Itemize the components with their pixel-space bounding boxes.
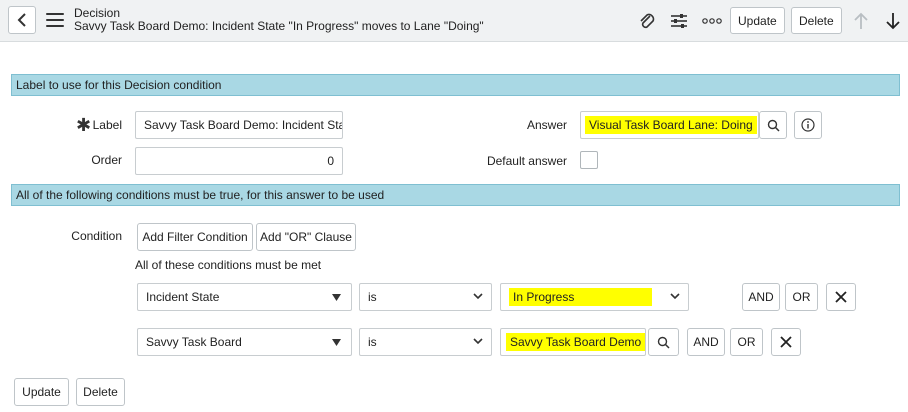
chevron-down-icon: [670, 293, 680, 300]
condition-operator-value: is: [368, 290, 377, 304]
footer-update-button[interactable]: Update: [14, 378, 69, 406]
or-button[interactable]: OR: [785, 283, 818, 311]
remove-condition-button[interactable]: [826, 283, 856, 311]
record-title-block: Decision Savvy Task Board Demo: Incident…: [74, 7, 484, 33]
required-icon: ✱: [76, 115, 92, 135]
back-button[interactable]: [8, 6, 36, 34]
chevron-down-icon: [473, 293, 483, 300]
arrow-up-icon[interactable]: [850, 10, 872, 32]
answer-value: Visual Task Board Lane: Doing: [585, 116, 757, 134]
condition-operator-value: is: [368, 335, 377, 349]
search-icon: [657, 336, 670, 349]
condition-value: In Progress: [509, 288, 653, 306]
condition-field-label: Condition: [71, 229, 122, 243]
answer-input[interactable]: Visual Task Board Lane: Doing: [580, 111, 759, 139]
order-input[interactable]: 0: [135, 147, 343, 175]
close-icon: [780, 336, 792, 348]
dropdown-arrow-icon: [332, 294, 341, 301]
condition-lookup-button[interactable]: [648, 328, 679, 356]
default-answer-checkbox[interactable]: [580, 151, 598, 169]
footer-delete-button[interactable]: Delete: [76, 378, 125, 406]
condition-value-select[interactable]: In Progress: [500, 283, 689, 311]
form-header: Decision Savvy Task Board Demo: Incident…: [0, 0, 908, 42]
label-section-bar: Label to use for this Decision condition: [11, 74, 900, 96]
remove-condition-button[interactable]: [771, 328, 801, 356]
condition-operator-select[interactable]: is: [359, 283, 492, 311]
chevron-down-icon: [473, 338, 483, 345]
condition-field-value: Incident State: [146, 290, 220, 304]
condition-operator-select[interactable]: is: [359, 328, 492, 356]
record-title: Savvy Task Board Demo: Incident State "I…: [74, 19, 484, 33]
and-button[interactable]: AND: [687, 328, 725, 356]
default-answer-label: Default answer: [486, 154, 567, 168]
order-field-label: Order: [91, 153, 122, 167]
header-delete-button[interactable]: Delete: [791, 7, 842, 34]
conditions-met-text: All of these conditions must be met: [135, 258, 322, 272]
close-icon: [835, 291, 847, 303]
paperclip-icon[interactable]: [636, 10, 658, 32]
or-button[interactable]: OR: [730, 328, 763, 356]
condition-value-input[interactable]: Savvy Task Board Demo: [500, 328, 646, 356]
answer-field-label: Answer: [526, 118, 567, 132]
condition-field-select[interactable]: Savvy Task Board: [137, 328, 352, 356]
condition-field-value: Savvy Task Board: [146, 335, 242, 349]
answer-info-button[interactable]: [794, 111, 822, 139]
add-filter-condition-button[interactable]: Add Filter Condition: [137, 223, 253, 251]
conditions-section-bar: All of the following conditions must be …: [11, 184, 900, 206]
info-icon: [801, 118, 815, 132]
more-options-icon[interactable]: [701, 10, 723, 32]
add-or-clause-button[interactable]: Add "OR" Clause: [256, 223, 356, 251]
label-input[interactable]: Savvy Task Board Demo: Incident State: [135, 111, 343, 139]
arrow-down-icon[interactable]: [882, 10, 904, 32]
answer-lookup-button[interactable]: [759, 111, 787, 139]
search-icon: [767, 119, 780, 132]
chevron-left-icon: [17, 13, 26, 27]
and-button[interactable]: AND: [742, 283, 780, 311]
condition-value: Savvy Task Board Demo: [506, 333, 645, 351]
header-update-button[interactable]: Update: [730, 7, 785, 34]
dropdown-arrow-icon: [332, 339, 341, 346]
menu-icon[interactable]: [46, 13, 64, 27]
condition-field-select[interactable]: Incident State: [137, 283, 352, 311]
label-field-label: Label: [92, 118, 122, 132]
settings-sliders-icon[interactable]: [668, 10, 690, 32]
